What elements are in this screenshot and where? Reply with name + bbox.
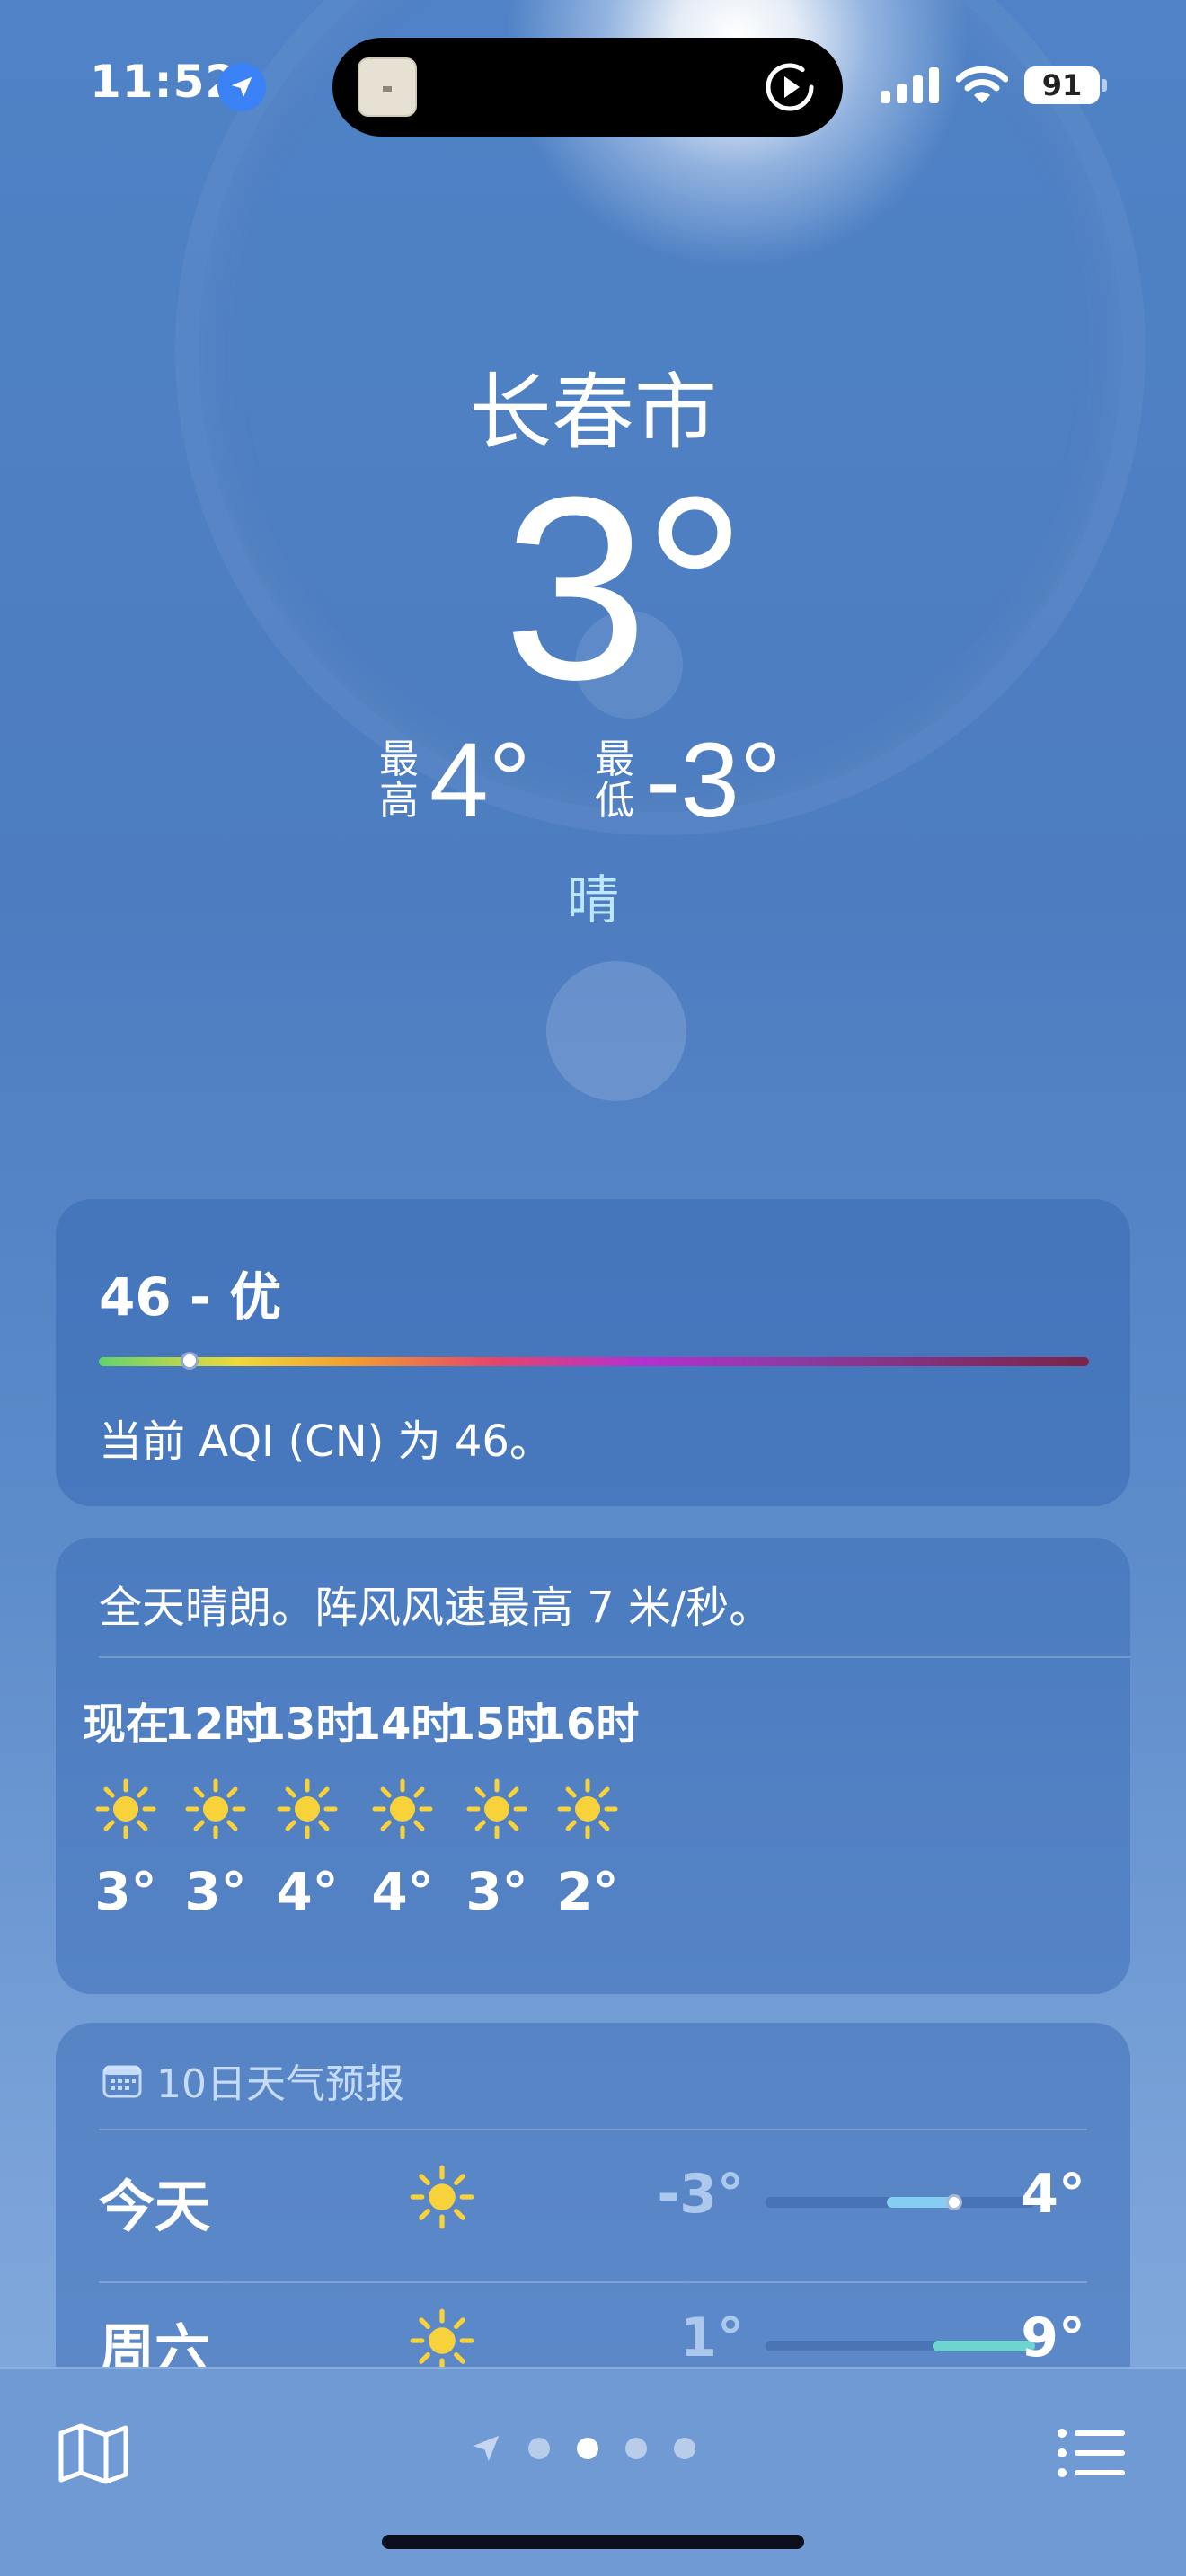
aqi-indicator	[181, 1352, 199, 1370]
high-label: 最高	[379, 737, 419, 824]
play-icon[interactable]	[764, 61, 816, 113]
sun-icon	[277, 1778, 338, 1839]
aqi-title: 46 - 优	[99, 1266, 282, 1328]
location-arrow-icon	[217, 63, 266, 111]
hour-label: 16时	[535, 1699, 640, 1750]
status-time: 11:52	[90, 56, 238, 108]
dynamic-island[interactable]	[332, 38, 843, 137]
page-dot[interactable]	[674, 2438, 695, 2459]
hourly-item: 16时 2°	[520, 1689, 655, 1922]
forecast-row[interactable]: 今天 -3° 4°	[56, 2148, 1130, 2283]
forecast-day: 今天	[99, 2174, 211, 2239]
high-value: 4°	[429, 721, 531, 840]
page-dot[interactable]	[528, 2438, 550, 2459]
weather-condition: 晴	[566, 869, 619, 931]
location-arrow-icon[interactable]	[471, 2433, 501, 2464]
divider	[99, 2129, 1087, 2130]
low-label: 最低	[595, 737, 634, 824]
list-icon[interactable]	[1057, 2426, 1125, 2480]
map-icon[interactable]	[58, 2422, 129, 2485]
forecast-high: 9°	[1021, 2307, 1085, 2369]
forecast-low: -3°	[657, 2163, 744, 2226]
page-dot[interactable]	[577, 2438, 598, 2459]
hourly-forecast-card[interactable]: 全天晴朗。阵风风速最高 7 米/秒。 现在 3° 12时 3° 13时 4° 14时 4° 15…	[56, 1538, 1130, 1994]
page-indicator[interactable]	[471, 2433, 695, 2464]
hour-temperature: 2°	[556, 1861, 619, 1922]
calendar-icon	[102, 2065, 142, 2098]
current-temp-marker	[946, 2194, 962, 2210]
aqi-description: 当前 AQI (CN) 为 46。	[99, 1416, 553, 1467]
divider	[99, 2281, 1087, 2283]
divider	[99, 1656, 1130, 1658]
forecast-low: 1°	[679, 2307, 744, 2369]
page-dot[interactable]	[625, 2438, 647, 2459]
home-indicator[interactable]	[382, 2535, 804, 2549]
sun-icon	[372, 1778, 433, 1839]
sun-icon	[410, 2165, 474, 2229]
low-temperature: 最低 -3°	[593, 728, 782, 834]
high-temperature: 最高 4°	[377, 728, 531, 834]
air-quality-card[interactable]: 46 - 优 当前 AQI (CN) 为 46。	[56, 1199, 1130, 1506]
ten-day-forecast-card[interactable]: 10日天气预报 今天 -3° 4° 周六 1° 9°	[56, 2023, 1130, 2400]
signal-icon	[881, 67, 939, 103]
sun-icon	[557, 1778, 618, 1839]
forecast-high: 4°	[1021, 2163, 1085, 2226]
status-indicators: 91	[881, 63, 1107, 108]
sun-icon	[185, 1778, 246, 1839]
low-value: -3°	[645, 721, 783, 840]
forecast-header-label: 10日天气预报	[156, 2061, 404, 2107]
battery-icon: 91	[1024, 66, 1107, 104]
lens-flare	[546, 961, 686, 1101]
sun-icon	[410, 2308, 474, 2373]
forecast-header: 10日天气预报	[102, 2051, 404, 2109]
aqi-scale-bar	[99, 1357, 1089, 1366]
hourly-summary: 全天晴朗。阵风风速最高 7 米/秒。	[99, 1583, 773, 1633]
current-temperature: 3°	[503, 443, 747, 734]
wifi-icon	[956, 66, 1008, 103]
media-thumbnail[interactable]	[358, 57, 417, 117]
